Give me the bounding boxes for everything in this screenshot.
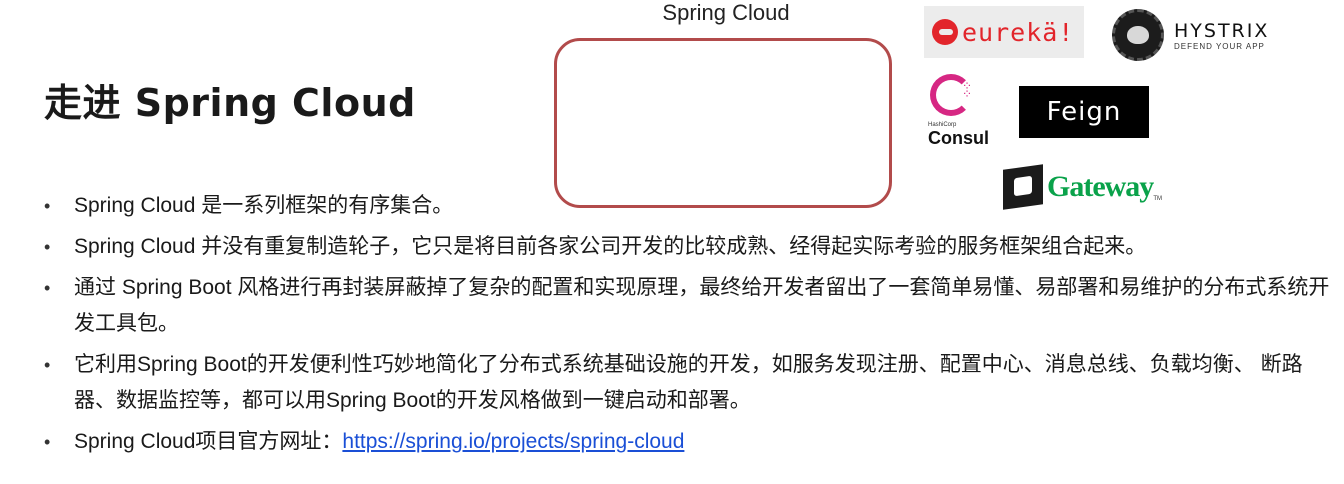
spring-cloud-url-link[interactable]: https://spring.io/projects/spring-cloud (342, 430, 684, 453)
hystrix-porcupine-icon (1112, 9, 1164, 61)
hystrix-logo: HYSTRIX DEFEND YOUR APP (1112, 6, 1302, 64)
spring-cloud-box (554, 38, 892, 208)
hystrix-tagline: DEFEND YOUR APP (1174, 41, 1265, 51)
consul-logo: ⁘ ⁘ HashiCorp Consul (928, 74, 992, 158)
bullet-dot-icon: • (44, 432, 51, 452)
bullet-text: Spring Cloud 是一系列框架的有序集合。 (74, 194, 454, 217)
bullet-text: 它利用Spring Boot的开发便利性巧妙地简化了分布式系统基础设施的开发，如… (74, 353, 1303, 412)
eureka-icon (932, 19, 958, 45)
page-title: 走进 Spring Cloud (44, 81, 416, 125)
bullet-dot-icon: • (44, 196, 51, 216)
bullet-list: • Spring Cloud 是一系列框架的有序集合。 • Spring Clo… (44, 188, 1334, 465)
spring-cloud-label: Spring Cloud (662, 0, 790, 25)
bullet-text: 通过 Spring Boot 风格进行再封装屏蔽掉了复杂的配置和实现原理，最终给… (74, 276, 1330, 335)
eureka-wordmark: eurekä! (962, 17, 1075, 47)
bullet-item: • Spring Cloud 是一系列框架的有序集合。 (44, 188, 1334, 224)
bullet-item: • Spring Cloud 并没有重复制造轮子，它只是将目前各家公司开发的比较… (44, 229, 1334, 265)
bullet-text: Spring Cloud项目官方网址： (74, 430, 343, 453)
bullet-dot-icon: • (44, 237, 51, 257)
consul-wordmark: Consul (928, 128, 989, 148)
feign-logo: Feign (1019, 86, 1149, 138)
bullet-item: • 它利用Spring Boot的开发便利性巧妙地简化了分布式系统基础设施的开发… (44, 347, 1334, 419)
consul-dots-icon: ⁘ ⁘ (962, 79, 973, 101)
eureka-logo: eurekä! (924, 6, 1084, 58)
bullet-text: Spring Cloud 并没有重复制造轮子，它只是将目前各家公司开发的比较成熟… (74, 235, 1147, 258)
hystrix-wordmark: HYSTRIX (1174, 19, 1270, 42)
bullet-item: • 通过 Spring Boot 风格进行再封装屏蔽掉了复杂的配置和实现原理，最… (44, 270, 1334, 342)
bullet-dot-icon: • (44, 355, 51, 375)
bullet-item: • Spring Cloud项目官方网址：https://spring.io/p… (44, 424, 1334, 460)
bullet-dot-icon: • (44, 278, 51, 298)
